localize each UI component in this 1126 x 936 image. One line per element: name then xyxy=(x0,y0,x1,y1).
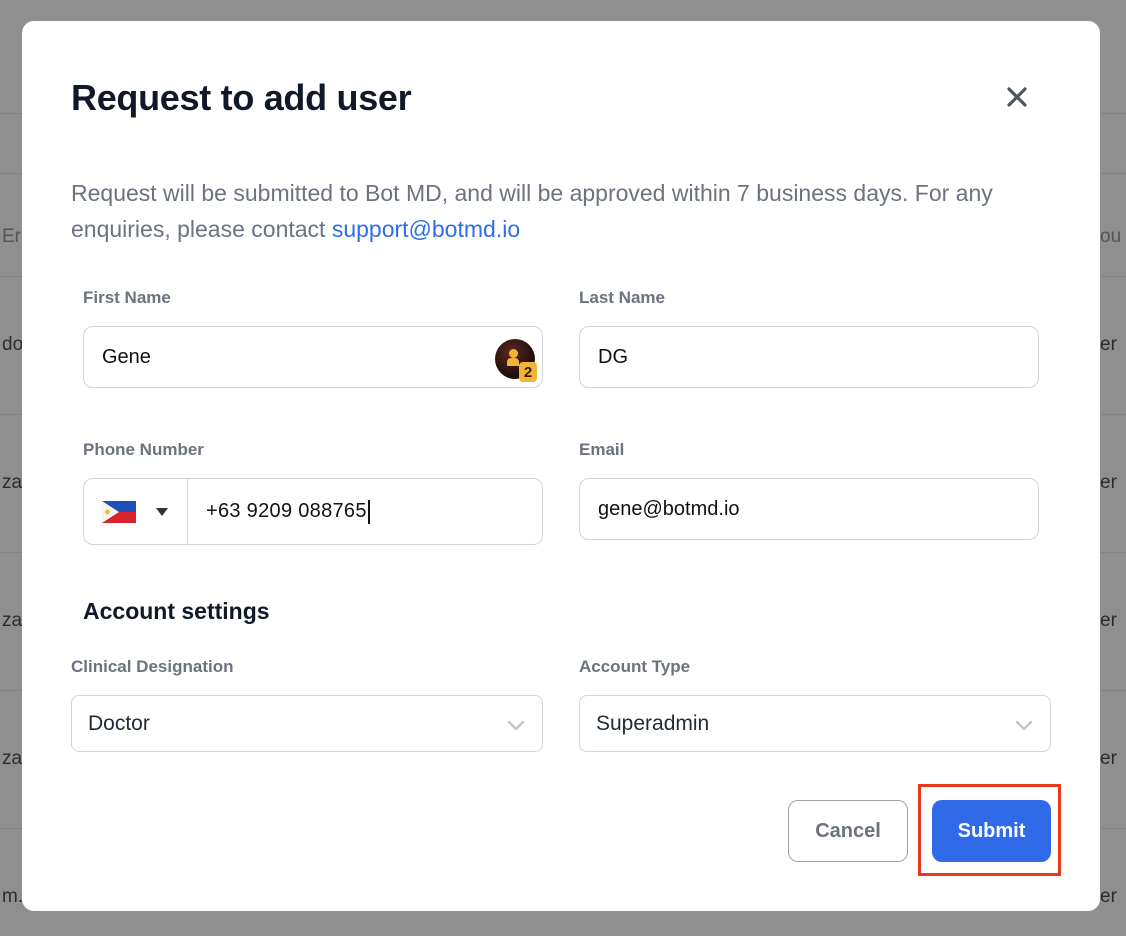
first-name-input[interactable]: Gene 2 xyxy=(83,326,543,388)
text-cursor xyxy=(367,499,370,524)
table-cell: m. xyxy=(2,886,24,907)
phone-number-input[interactable]: +63 9209 088765 xyxy=(188,479,542,544)
phone-number-field: +63 9209 088765 xyxy=(83,478,543,545)
clinical-designation-label: Clinical Designation xyxy=(71,657,234,676)
chevron-down-icon xyxy=(507,720,525,731)
dropdown-arrow-icon xyxy=(156,507,168,516)
table-cell: er xyxy=(1100,610,1117,631)
email-value: gene@botmd.io xyxy=(598,497,740,520)
description-text: Request will be submitted to Bot MD, and… xyxy=(71,180,993,242)
email-label: Email xyxy=(579,440,625,459)
close-icon xyxy=(1007,87,1027,107)
last-name-input[interactable]: DG xyxy=(579,326,1039,388)
clinical-designation-value: Doctor xyxy=(88,711,150,735)
person-body-shape xyxy=(507,358,519,366)
cancel-button[interactable]: Cancel xyxy=(788,800,908,862)
clinical-designation-select[interactable]: Doctor xyxy=(71,695,543,752)
support-email-link[interactable]: support@botmd.io xyxy=(332,216,520,242)
close-button[interactable] xyxy=(999,79,1035,115)
table-cell: er xyxy=(1100,472,1117,493)
phone-number-label: Phone Number xyxy=(83,440,204,459)
modal-title: Request to add user xyxy=(71,77,412,118)
table-cell: za xyxy=(2,748,23,769)
person-icon xyxy=(509,349,518,358)
table-cell: er xyxy=(1100,886,1117,907)
last-name-label: Last Name xyxy=(579,288,665,307)
table-cell: za xyxy=(2,610,23,631)
table-header-cell: Er xyxy=(2,226,21,247)
password-manager-icon[interactable]: 2 xyxy=(495,339,537,382)
chevron-down-icon xyxy=(1015,720,1033,731)
table-cell: do xyxy=(2,334,24,355)
table-cell: er xyxy=(1100,334,1117,355)
table-header-cell: ou xyxy=(1100,226,1122,247)
account-settings-heading: Account settings xyxy=(83,598,270,624)
add-user-modal: Request to add user Request will be subm… xyxy=(22,21,1100,911)
phone-number-value: +63 9209 088765 xyxy=(206,500,367,522)
account-type-label: Account Type xyxy=(579,657,691,676)
submit-highlight-box xyxy=(918,784,1061,876)
email-input[interactable]: gene@botmd.io xyxy=(579,478,1039,540)
last-name-value: DG xyxy=(598,345,628,368)
first-name-label: First Name xyxy=(83,288,171,307)
philippines-flag-icon xyxy=(102,500,136,523)
autofill-count-badge: 2 xyxy=(519,362,537,382)
table-cell: za xyxy=(2,472,23,493)
account-type-value: Superadmin xyxy=(596,711,710,735)
modal-description: Request will be submitted to Bot MD, and… xyxy=(71,175,1061,247)
country-code-select[interactable] xyxy=(84,479,188,544)
first-name-value: Gene xyxy=(102,345,151,368)
account-type-select[interactable]: Superadmin xyxy=(579,695,1051,752)
table-cell: er xyxy=(1100,748,1117,769)
